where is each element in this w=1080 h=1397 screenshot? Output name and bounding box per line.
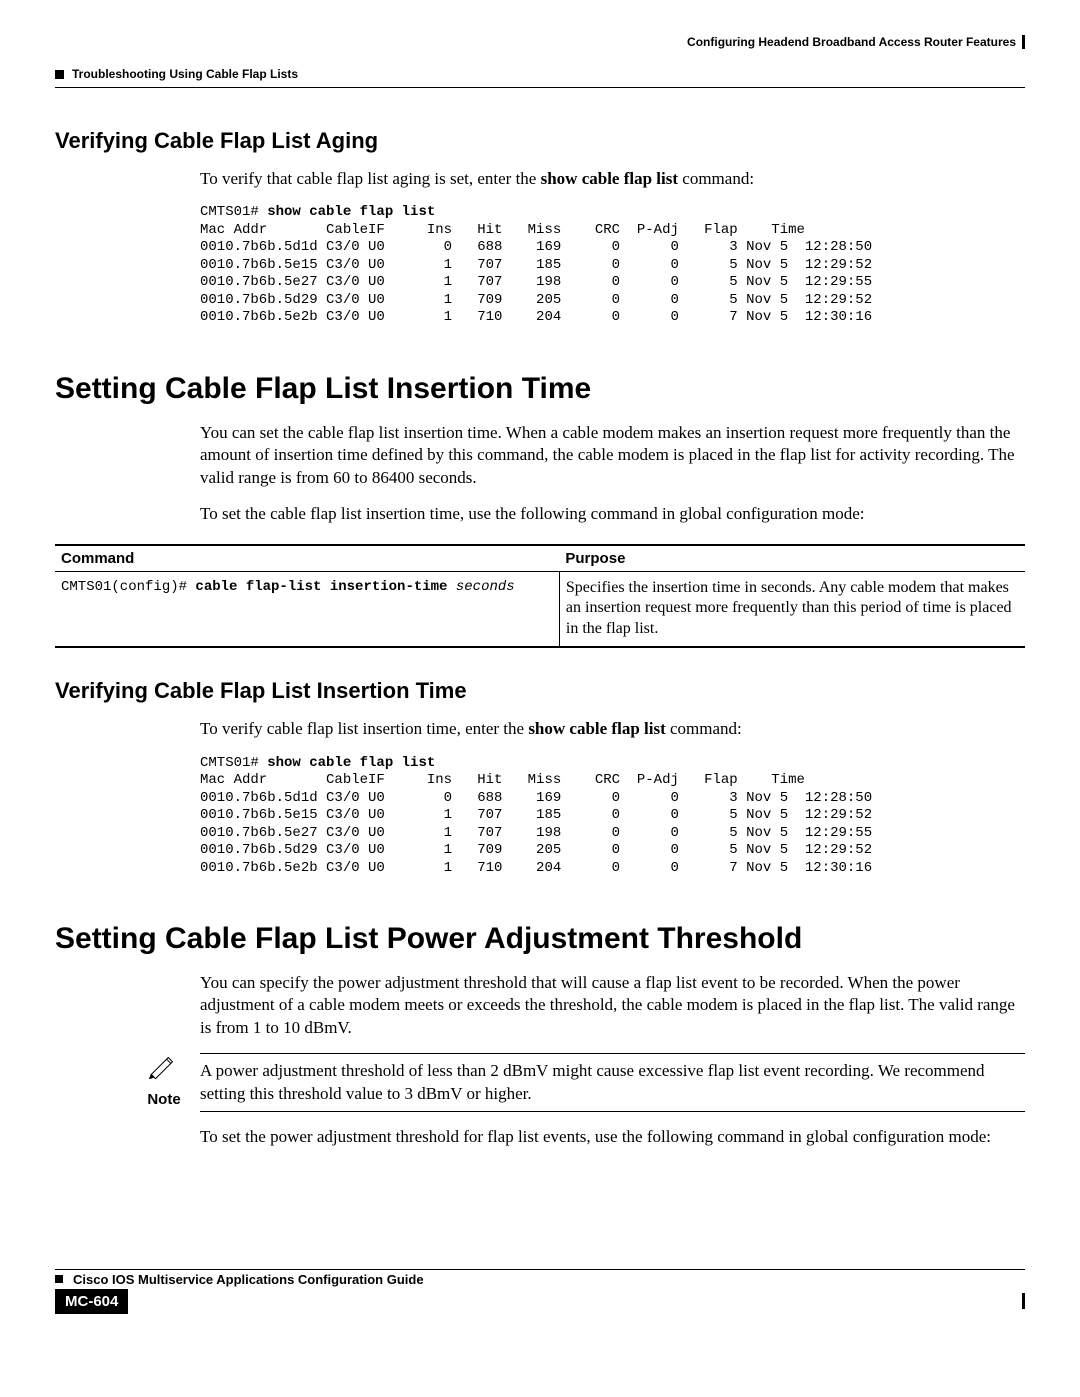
header-left-marker <box>55 70 64 79</box>
page-footer: Cisco IOS Multiservice Applications Conf… <box>55 1269 1025 1287</box>
th-purpose: Purpose <box>559 545 1025 572</box>
power-p1: You can specify the power adjustment thr… <box>200 972 1025 1039</box>
heading-insertion: Setting Cable Flap List Insertion Time <box>55 372 1025 406</box>
th-command: Command <box>55 545 559 572</box>
heading-aging: Verifying Cable Flap List Aging <box>55 128 1025 154</box>
insertion-p2: To set the cable flap list insertion tim… <box>200 503 1025 525</box>
note-pencil-icon <box>147 1064 181 1083</box>
heading-power: Setting Cable Flap List Power Adjustment… <box>55 922 1025 956</box>
insertion-p1: You can set the cable flap list insertio… <box>200 422 1025 489</box>
terminal-output-aging: CMTS01# show cable flap list Mac Addr Ca… <box>200 204 1025 327</box>
purpose-cell: Specifies the insertion time in seconds.… <box>559 571 1025 647</box>
header-right-bar <box>1022 35 1025 49</box>
note-block: Note A power adjustment threshold of les… <box>140 1053 1025 1112</box>
insertion-command-table: Command Purpose CMTS01(config)# cable fl… <box>55 544 1025 648</box>
aging-intro: To verify that cable flap list aging is … <box>200 168 1025 190</box>
header-right-text: Configuring Headend Broadband Access Rou… <box>687 35 1016 49</box>
cmd-cell: CMTS01(config)# cable flap-list insertio… <box>55 571 559 647</box>
header-left-text: Troubleshooting Using Cable Flap Lists <box>72 67 298 81</box>
power-p2: To set the power adjustment threshold fo… <box>200 1126 1025 1148</box>
footer-guide: Cisco IOS Multiservice Applications Conf… <box>73 1272 424 1287</box>
note-text: A power adjustment threshold of less tha… <box>200 1053 1025 1112</box>
heading-verify-insertion: Verifying Cable Flap List Insertion Time <box>55 678 1025 704</box>
page: Configuring Headend Broadband Access Rou… <box>0 0 1080 1344</box>
terminal-output-insertion: CMTS01# show cable flap list Mac Addr Ca… <box>200 755 1025 878</box>
page-number-badge: MC-604 <box>55 1289 128 1314</box>
footer-marker <box>55 1275 63 1283</box>
verify-insertion-intro: To verify cable flap list insertion time… <box>200 718 1025 740</box>
note-label: Note <box>140 1090 188 1110</box>
footer-end-bar <box>1022 1293 1025 1309</box>
page-header: Configuring Headend Broadband Access Rou… <box>55 35 1025 88</box>
table-row: CMTS01(config)# cable flap-list insertio… <box>55 571 1025 647</box>
